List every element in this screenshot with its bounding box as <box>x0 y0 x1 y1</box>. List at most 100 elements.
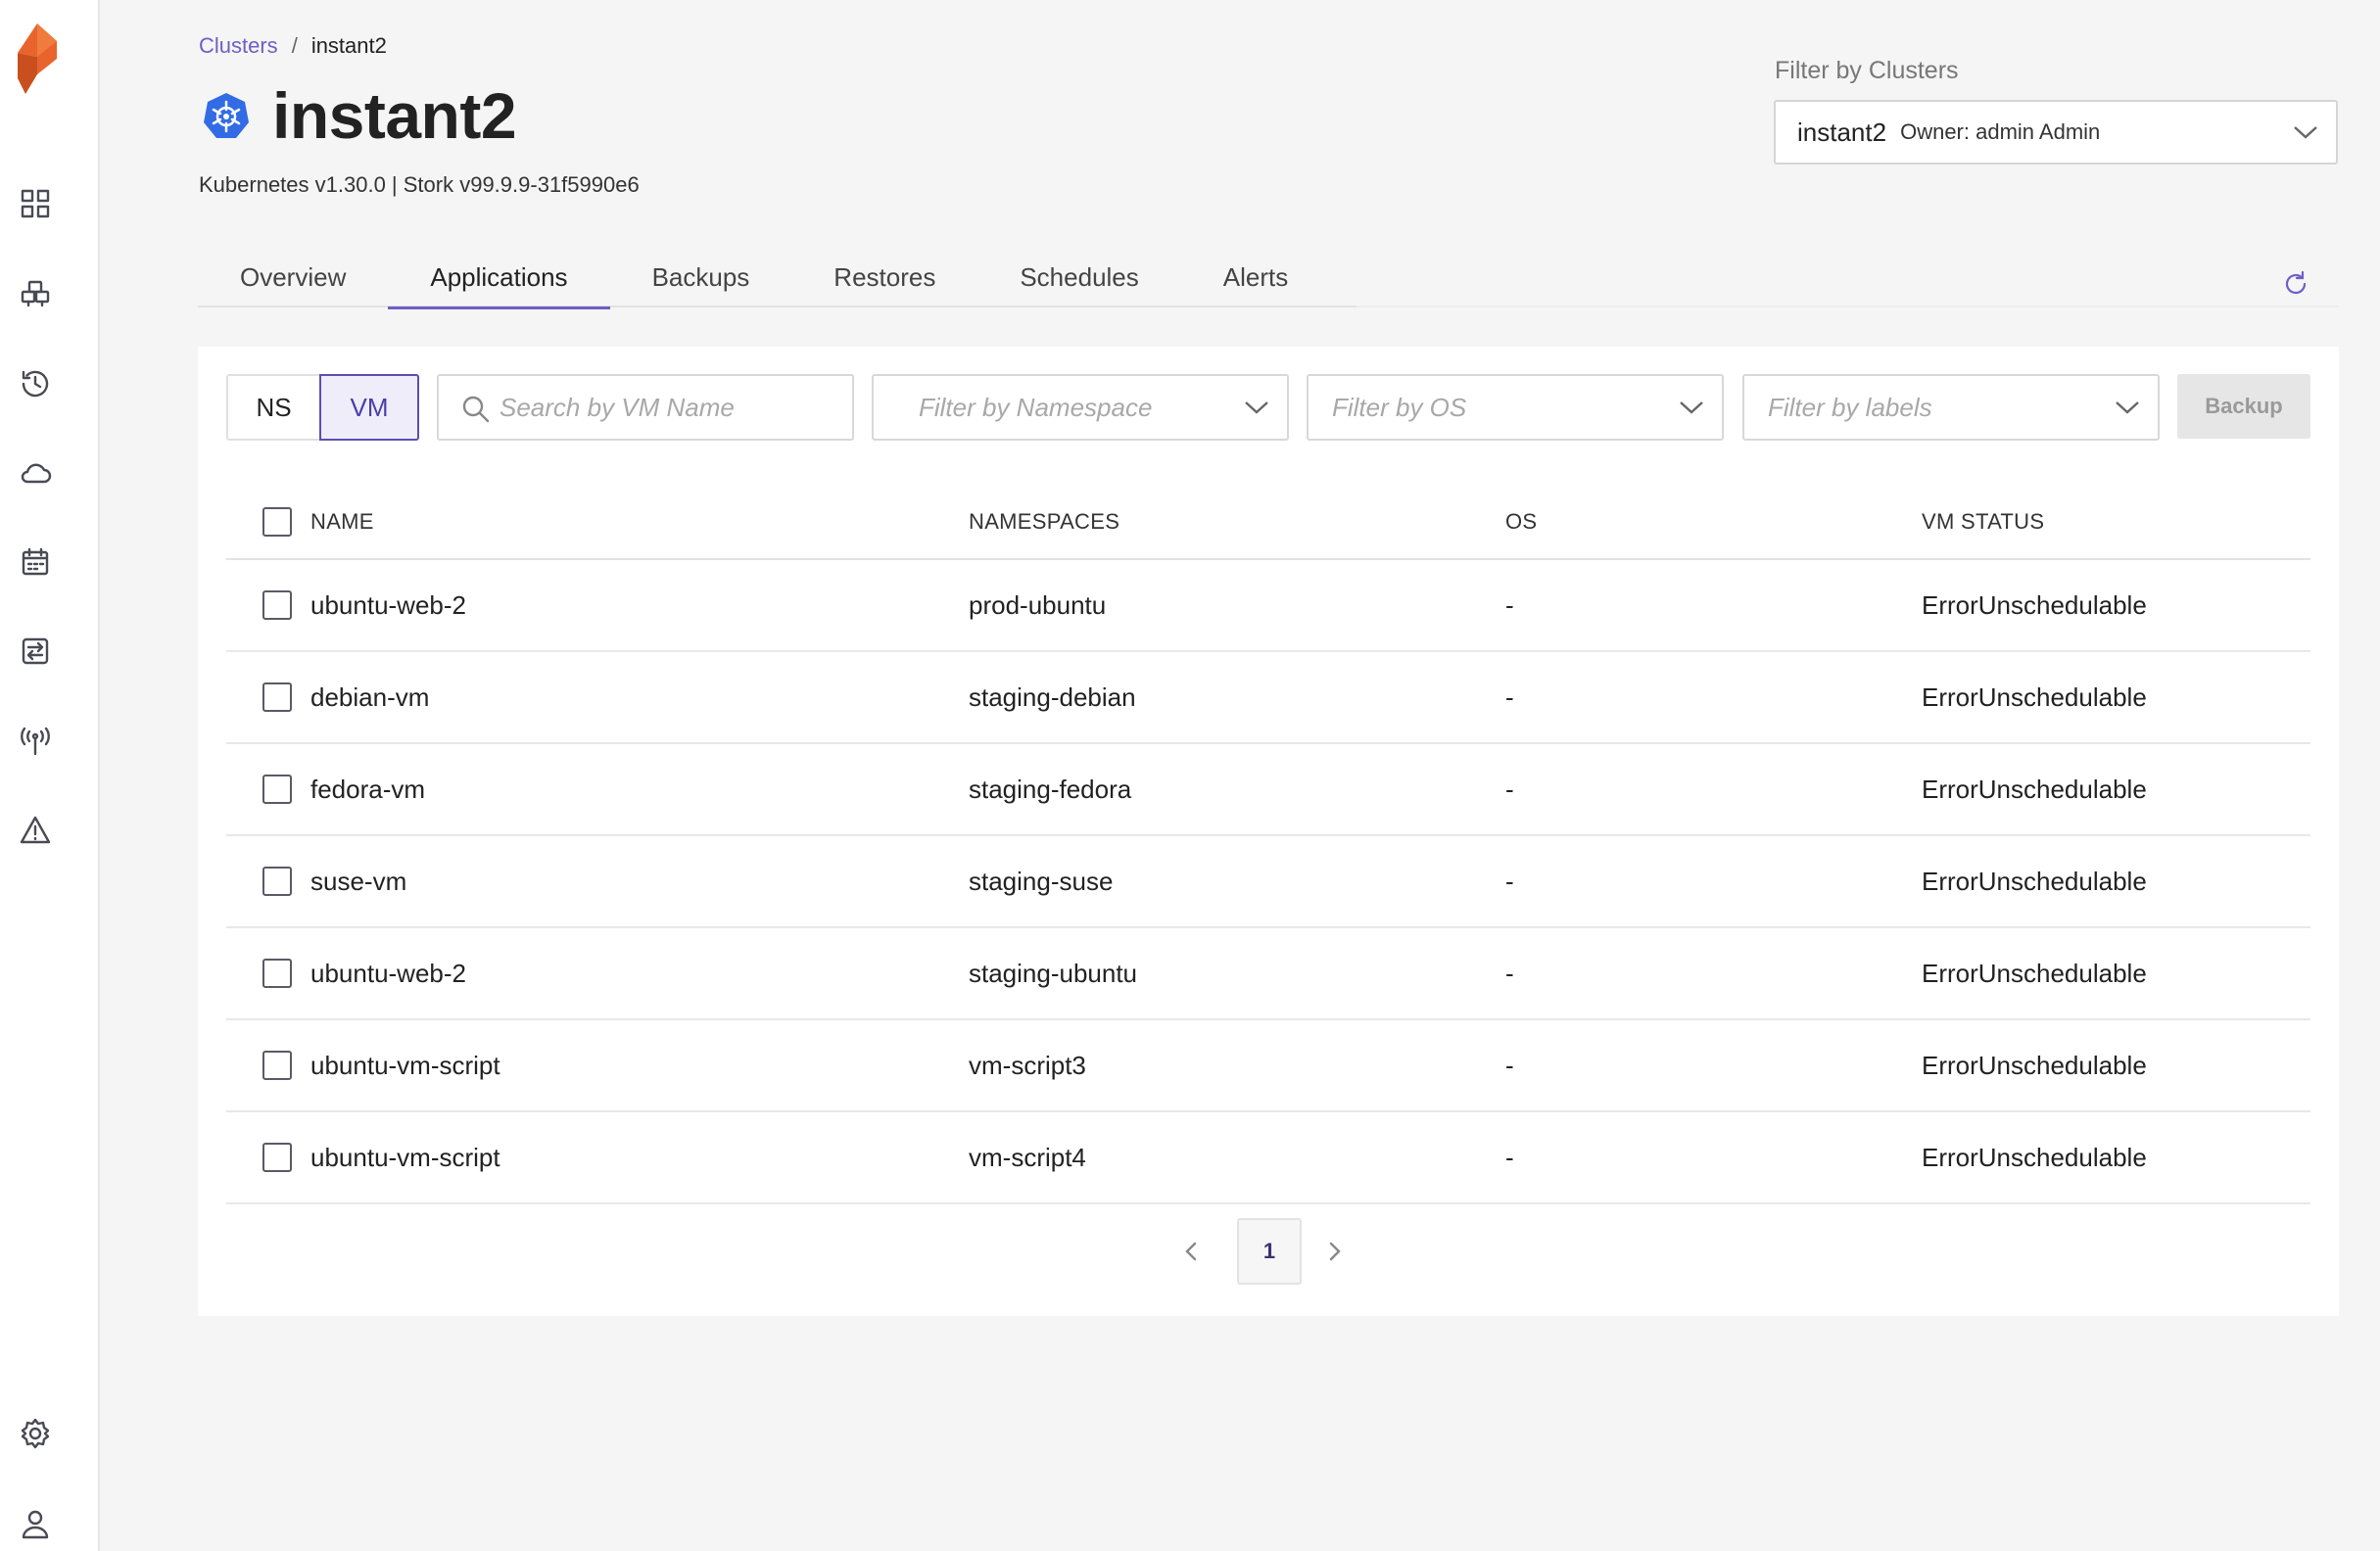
header-vm-status[interactable]: VM STATUS <box>1922 509 2044 535</box>
search-icon <box>460 394 492 425</box>
vm-search-input[interactable] <box>500 392 852 423</box>
vm-name: suse-vm <box>310 866 407 896</box>
vm-toggle-button[interactable]: VM <box>319 374 419 441</box>
vm-os: - <box>1505 866 1514 896</box>
vm-status: ErrorUnschedulable <box>1922 958 2147 988</box>
vm-os: - <box>1505 682 1514 712</box>
row-checkbox[interactable] <box>262 775 292 804</box>
row-checkbox[interactable] <box>262 959 292 988</box>
policy-icon[interactable] <box>16 632 55 671</box>
table-row[interactable]: fedora-vm staging-fedora - ErrorUnschedu… <box>226 744 2310 836</box>
applications-icon[interactable] <box>16 274 55 313</box>
chevron-down-icon <box>1244 400 1269 415</box>
vm-status: ErrorUnschedulable <box>1922 589 2147 620</box>
row-checkbox[interactable] <box>262 682 292 712</box>
namespace-filter[interactable]: Filter by Namespace <box>872 374 1289 441</box>
breadcrumb: Clusters / instant2 <box>199 33 387 59</box>
tab-restores[interactable]: Restores <box>791 247 977 307</box>
breadcrumb-clusters-link[interactable]: Clusters <box>199 33 278 59</box>
table-header: NAME NAMESPACES OS VM STATUS <box>226 486 2310 560</box>
labels-filter[interactable]: Filter by labels <box>1742 374 2160 441</box>
vm-os: - <box>1505 1142 1514 1172</box>
tab-backups[interactable]: Backups <box>610 247 792 307</box>
vm-status: ErrorUnschedulable <box>1922 1050 2147 1080</box>
vm-namespace: staging-ubuntu <box>969 958 1138 988</box>
table-row[interactable]: ubuntu-vm-script vm-script3 - ErrorUnsch… <box>226 1020 2310 1112</box>
os-filter[interactable]: Filter by OS <box>1307 374 1724 441</box>
header-os[interactable]: OS <box>1505 509 1537 535</box>
history-icon[interactable] <box>16 364 55 403</box>
select-all-checkbox[interactable] <box>262 507 292 537</box>
chevron-down-icon <box>2293 124 2318 140</box>
table-row[interactable]: ubuntu-web-2 staging-ubuntu - ErrorUnsch… <box>226 928 2310 1020</box>
header-name[interactable]: NAME <box>310 509 374 535</box>
alert-icon[interactable] <box>16 811 55 850</box>
table-row[interactable]: ubuntu-vm-script vm-script4 - ErrorUnsch… <box>226 1112 2310 1204</box>
tab-divider <box>1357 306 2339 307</box>
applications-panel: NS VM Filter by Namespace Filter by OS F… <box>198 347 2339 1316</box>
calendar-icon[interactable] <box>16 542 55 582</box>
os-filter-placeholder: Filter by OS <box>1332 392 1467 422</box>
app-logo[interactable] <box>14 20 61 98</box>
user-icon[interactable] <box>16 1504 55 1543</box>
vm-os: - <box>1505 958 1514 988</box>
cluster-select-name: instant2 <box>1797 117 1887 147</box>
table-row[interactable]: debian-vm staging-debian - ErrorUnschedu… <box>226 652 2310 744</box>
row-checkbox[interactable] <box>262 867 292 896</box>
vm-os: - <box>1505 774 1514 804</box>
vm-status: ErrorUnschedulable <box>1922 774 2147 804</box>
vm-os: - <box>1505 1050 1514 1080</box>
vm-status: ErrorUnschedulable <box>1922 866 2147 896</box>
view-toggle: NS VM <box>226 374 419 441</box>
backup-button[interactable]: Backup <box>2177 374 2310 439</box>
vm-name: ubuntu-web-2 <box>310 589 466 620</box>
cluster-select-owner: Owner: admin Admin <box>1900 119 2101 144</box>
chevron-down-icon <box>2115 400 2140 415</box>
labels-filter-placeholder: Filter by labels <box>1768 392 1932 422</box>
vm-table: NAME NAMESPACES OS VM STATUS ubuntu-web-… <box>226 486 2310 1204</box>
tab-bar: Overview Applications Backups Restores S… <box>198 247 1357 309</box>
row-checkbox[interactable] <box>262 1051 292 1080</box>
cloud-icon[interactable] <box>16 453 55 493</box>
tab-overview[interactable]: Overview <box>198 247 388 307</box>
row-checkbox[interactable] <box>262 590 292 620</box>
vm-status: ErrorUnschedulable <box>1922 1142 2147 1172</box>
table-row[interactable]: suse-vm staging-suse - ErrorUnschedulabl… <box>226 836 2310 928</box>
cluster-filter-label: Filter by Clusters <box>1775 57 1959 84</box>
chevron-down-icon <box>1679 400 1704 415</box>
dashboard-icon[interactable] <box>16 184 55 223</box>
vm-namespace: staging-debian <box>969 682 1136 712</box>
ns-toggle-button[interactable]: NS <box>226 374 319 441</box>
vm-name: ubuntu-web-2 <box>310 958 466 988</box>
kubernetes-icon <box>204 93 249 138</box>
tab-schedules[interactable]: Schedules <box>977 247 1180 307</box>
title-row: instant2 <box>202 78 517 153</box>
breadcrumb-current: instant2 <box>310 33 387 58</box>
page-number-button[interactable]: 1 <box>1237 1218 1302 1285</box>
vm-name: ubuntu-vm-script <box>310 1050 500 1080</box>
page-subtitle: Kubernetes v1.30.0 | Stork v99.9.9-31f59… <box>199 172 640 197</box>
sidebar <box>0 0 100 1551</box>
tab-applications[interactable]: Applications <box>388 247 610 309</box>
vm-namespace: staging-suse <box>969 866 1114 896</box>
vm-namespace: prod-ubuntu <box>969 589 1107 620</box>
cluster-select[interactable]: instant2 Owner: admin Admin <box>1774 100 2338 164</box>
breadcrumb-separator: / <box>291 33 298 58</box>
chevron-right-icon[interactable] <box>1320 1238 1348 1265</box>
chevron-left-icon[interactable] <box>1178 1238 1206 1265</box>
tab-alerts[interactable]: Alerts <box>1181 247 1330 307</box>
vm-search[interactable] <box>437 374 854 441</box>
refresh-icon[interactable] <box>2278 266 2313 302</box>
row-checkbox[interactable] <box>262 1143 292 1172</box>
antenna-icon[interactable] <box>16 721 55 760</box>
settings-icon[interactable] <box>16 1414 55 1453</box>
namespace-filter-placeholder: Filter by Namespace <box>919 392 1153 422</box>
vm-name: fedora-vm <box>310 774 426 804</box>
vm-namespace: vm-script3 <box>969 1050 1086 1080</box>
header-namespaces[interactable]: NAMESPACES <box>969 509 1119 535</box>
table-row[interactable]: ubuntu-web-2 prod-ubuntu - ErrorUnschedu… <box>226 560 2310 652</box>
vm-namespace: staging-fedora <box>969 774 1132 804</box>
vm-namespace: vm-script4 <box>969 1142 1086 1172</box>
vm-status: ErrorUnschedulable <box>1922 682 2147 712</box>
vm-os: - <box>1505 589 1514 620</box>
